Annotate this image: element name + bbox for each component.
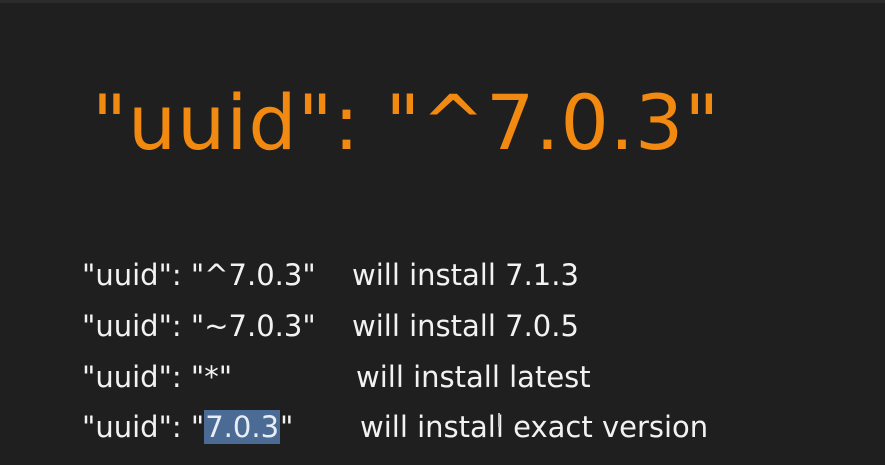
slide: "uuid": "^7.0.3" "uuid": "^7.0.3" will i… [0,0,885,465]
rule-code: "uuid": "7.0.3" [82,410,294,444]
rule-description: will install latest [356,360,591,394]
selected-text[interactable]: 7.0.3 [204,410,281,444]
rule-code: "uuid": "*" [82,360,233,394]
desc-prefix: will install [360,410,504,444]
text-cursor-icon [497,413,500,427]
rule-code: "uuid": "~7.0.3" [82,309,316,343]
rule-code: "uuid": "^7.0.3" [82,258,316,292]
rule-description: will install exact version [360,413,708,442]
desc-suffix: exact version [503,410,709,444]
code-prefix: "uuid": " [82,410,205,444]
rule-description: will install 7.1.3 [352,258,579,292]
rule-row-caret: "uuid": "^7.0.3" will install 7.1.3 [82,258,579,292]
headline: "uuid": "^7.0.3" [92,78,721,167]
rule-row-star: "uuid": "*" will install latest [82,360,591,394]
rule-description: will install 7.0.5 [352,309,579,343]
rule-row-tilde: "uuid": "~7.0.3" will install 7.0.5 [82,309,579,343]
rule-row-exact: "uuid": "7.0.3" will install exact versi… [82,410,708,444]
code-suffix: " [280,410,294,444]
